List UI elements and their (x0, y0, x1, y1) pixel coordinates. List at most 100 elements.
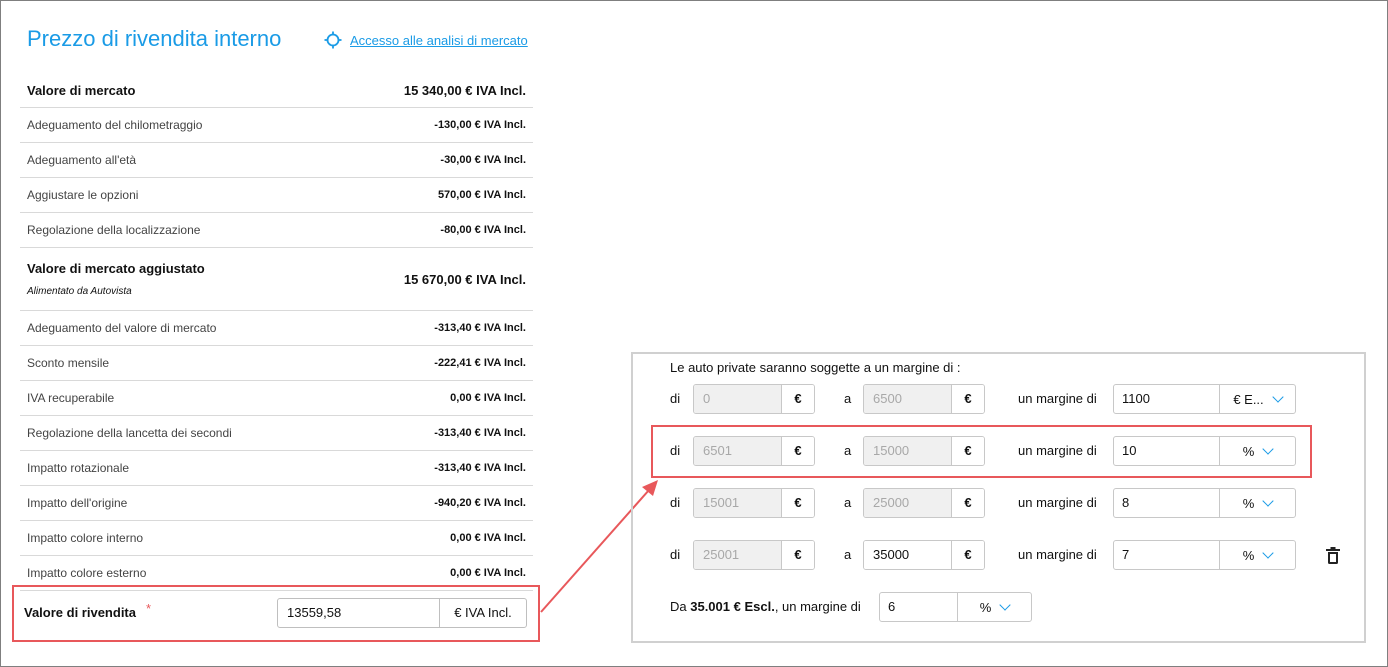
chevron-down-icon (999, 598, 1011, 611)
market-value-amount: 15 340,00 € IVA Incl. (403, 82, 526, 98)
row-value: -130,00 € IVA Incl. (434, 119, 526, 131)
market-value-row: Valore di mercato 15 340,00 € IVA Incl. (20, 73, 533, 108)
chevron-down-icon (1262, 546, 1274, 559)
to-label: a (844, 495, 852, 510)
chevron-down-icon (1262, 494, 1274, 507)
final-margin-unit-value: % (979, 599, 992, 615)
margin-unit-select[interactable]: € E... (1219, 385, 1295, 413)
margin-input[interactable]: 7 % (1113, 540, 1296, 570)
margin-unit-select[interactable]: % (1219, 489, 1295, 517)
margin-unit-select[interactable]: % (1219, 437, 1295, 465)
to-label: a (844, 443, 852, 458)
from-value: 6501 (694, 437, 781, 465)
final-margin-value-field[interactable]: 6 (880, 593, 957, 621)
table-row: Adeguamento del valore di mercato -313,4… (20, 311, 533, 346)
page-title: Prezzo di rivendita interno (27, 26, 282, 51)
table-row: Adeguamento del chilometraggio -130,00 €… (20, 108, 533, 143)
final-margin-input[interactable]: 6 % (879, 592, 1032, 622)
to-field: 15000 € (863, 436, 985, 466)
adjusted-value-labels: Valore di mercato aggiustato Alimentato … (27, 261, 205, 297)
to-field: 25000 € (863, 488, 985, 518)
currency-unit: € (781, 437, 814, 465)
adjusted-value-row: Valore di mercato aggiustato Alimentato … (20, 248, 533, 311)
final-suffix: , un margine di (774, 599, 861, 614)
final-margin-unit-select[interactable]: % (957, 593, 1031, 621)
chevron-down-icon (1262, 442, 1274, 455)
row-value: -30,00 € IVA Incl. (440, 154, 526, 166)
margin-row: di 15001 € a 25000 € un margine di 8 % (0, 488, 1388, 518)
currency-unit: € (951, 437, 984, 465)
from-label: di (670, 495, 681, 510)
margin-unit-value: % (1242, 443, 1255, 459)
margin-label: un margine di (1018, 443, 1097, 458)
row-label: Adeguamento del valore di mercato (27, 321, 217, 335)
row-label: Adeguamento all'età (27, 153, 137, 167)
from-value: 15001 (694, 489, 781, 517)
margin-unit-value: % (1242, 495, 1255, 511)
final-prefix: Da (670, 599, 691, 614)
to-label: a (844, 391, 852, 406)
margin-row: di 6501 € a 15000 € un margine di 10 % (0, 436, 1388, 466)
row-value: -80,00 € IVA Incl. (440, 224, 526, 236)
margin-label: un margine di (1018, 547, 1097, 562)
row-value: -313,40 € IVA Incl. (434, 322, 526, 334)
row-label: Adeguamento del chilometraggio (27, 118, 203, 132)
margin-value-field[interactable]: 7 (1114, 541, 1219, 569)
row-value: -222,41 € IVA Incl. (434, 357, 526, 369)
currency-unit: € (951, 489, 984, 517)
margin-value-field[interactable]: 1100 (1114, 385, 1219, 413)
to-value: 15000 (864, 437, 951, 465)
margin-input[interactable]: 1100 € E... (1113, 384, 1296, 414)
currency-unit: € (781, 489, 814, 517)
final-margin-row: Da 35.001 € Escl., un margine di 6 % (0, 592, 1388, 622)
table-row: Aggiustare le opzioni 570,00 € IVA Incl. (20, 178, 533, 213)
row-label: Aggiustare le opzioni (27, 188, 139, 202)
market-value-label: Valore di mercato (27, 82, 136, 98)
margin-value-field[interactable]: 8 (1114, 489, 1219, 517)
margin-input[interactable]: 10 % (1113, 436, 1296, 466)
from-label: di (670, 547, 681, 562)
from-field: 15001 € (693, 488, 815, 518)
to-field[interactable]: 35000 € (863, 540, 985, 570)
row-value: 570,00 € IVA Incl. (437, 189, 526, 201)
from-value: 0 (694, 385, 781, 413)
adjusted-value-amount: 15 670,00 € IVA Incl. (403, 271, 526, 287)
row-label: Sconto mensile (27, 356, 110, 370)
final-threshold: 35.001 € Escl. (690, 599, 775, 614)
to-value[interactable]: 35000 (864, 541, 951, 569)
table-row: Sconto mensile -222,41 € IVA Incl. (20, 346, 533, 381)
margin-row: di 0 € a 6500 € un margine di 1100 € E..… (0, 384, 1388, 414)
adjusted-value-source: Alimentato da Autovista (27, 286, 132, 297)
to-field: 6500 € (863, 384, 985, 414)
row-label: Regolazione della localizzazione (27, 223, 201, 237)
margin-label: un margine di (1018, 495, 1097, 510)
crosshair-icon (324, 31, 342, 49)
from-label: di (670, 391, 681, 406)
to-value: 6500 (864, 385, 951, 413)
margin-label: un margine di (1018, 391, 1097, 406)
from-field: 6501 € (693, 436, 815, 466)
currency-unit: € (951, 385, 984, 413)
from-field: 0 € (693, 384, 815, 414)
currency-unit: € (951, 541, 984, 569)
to-value: 25000 (864, 489, 951, 517)
table-row: Adeguamento all'età -30,00 € IVA Incl. (20, 143, 533, 178)
chevron-down-icon (1272, 390, 1284, 403)
margin-panel-title: Le auto private saranno soggette a un ma… (670, 360, 961, 375)
trash-icon[interactable] (1326, 547, 1340, 564)
currency-unit: € (781, 385, 814, 413)
margin-unit-select[interactable]: % (1219, 541, 1295, 569)
from-label: di (670, 443, 681, 458)
final-margin-text: Da 35.001 € Escl., un margine di (670, 592, 861, 622)
to-label: a (844, 547, 852, 562)
from-field: 25001 € (693, 540, 815, 570)
margin-value-field[interactable]: 10 (1114, 437, 1219, 465)
margin-row: di 25001 € a 35000 € un margine di 7 % (0, 540, 1388, 570)
market-analysis-link-label[interactable]: Accesso alle analisi di mercato (350, 33, 528, 48)
adjusted-value-label: Valore di mercato aggiustato (27, 261, 205, 276)
margin-input[interactable]: 8 % (1113, 488, 1296, 518)
from-value: 25001 (694, 541, 781, 569)
currency-unit: € (781, 541, 814, 569)
margin-unit-value: € E... (1233, 391, 1264, 407)
market-analysis-link[interactable]: Accesso alle analisi di mercato (324, 31, 528, 49)
